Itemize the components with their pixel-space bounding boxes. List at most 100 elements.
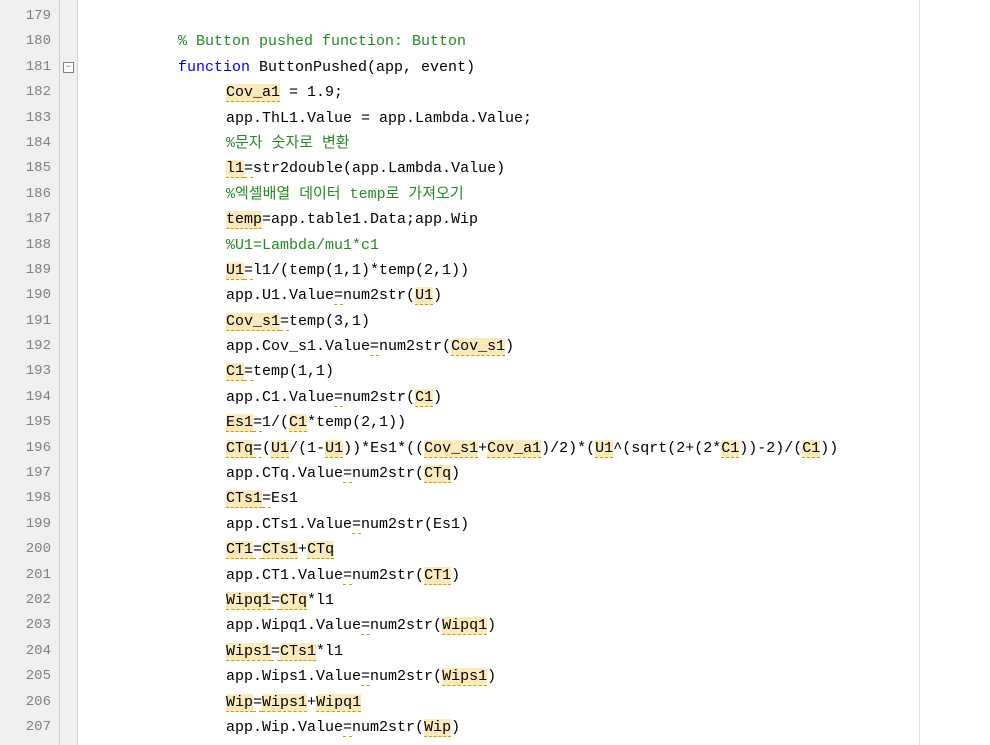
code-line[interactable]: Es1=1/(C1*temp(2,1)) xyxy=(82,410,990,435)
fold-cell xyxy=(60,512,77,537)
line-number: 206 xyxy=(0,690,59,715)
code-token: 로 가져오기 xyxy=(386,186,464,203)
line-number: 184 xyxy=(0,131,59,156)
code-line[interactable]: Wips1=CTs1*l1 xyxy=(82,639,990,664)
code-token: U1 xyxy=(325,440,343,458)
code-token: num2str( xyxy=(352,719,424,736)
code-line[interactable]: CTs1=Es1 xyxy=(82,486,990,511)
code-token: temp xyxy=(350,186,386,203)
code-token: C1 xyxy=(415,389,433,407)
code-line[interactable]: function ButtonPushed(app, event) xyxy=(82,55,990,80)
code-token: Es1 xyxy=(271,490,298,507)
code-line[interactable] xyxy=(82,4,990,29)
code-token: C1 xyxy=(226,363,244,381)
code-line[interactable]: app.U1.Value=num2str(U1) xyxy=(82,283,990,308)
fold-cell xyxy=(60,613,77,638)
code-area[interactable]: % Button pushed function: Buttonfunction… xyxy=(78,0,990,745)
line-number: 181 xyxy=(0,55,59,80)
fold-cell xyxy=(60,486,77,511)
code-token: app.U1.Value xyxy=(226,287,334,304)
code-token: num2str( xyxy=(370,617,442,634)
fold-cell xyxy=(60,29,77,54)
code-token: ))*Es1*(( xyxy=(343,440,424,457)
line-number: 195 xyxy=(0,410,59,435)
code-token: app.C1.Value xyxy=(226,389,334,406)
code-line[interactable]: CTq=(U1/(1-U1))*Es1*((Cov_s1+Cov_a1)/2)*… xyxy=(82,436,990,461)
fold-cell xyxy=(60,258,77,283)
line-number: 193 xyxy=(0,359,59,384)
code-token: ButtonPushed(app, event) xyxy=(259,59,475,76)
code-token: app.Cov_s1.Value xyxy=(226,338,370,355)
code-token: num2str( xyxy=(343,389,415,406)
code-line[interactable]: app.Wipq1.Value=num2str(Wipq1) xyxy=(82,613,990,638)
code-token: ) xyxy=(505,338,514,355)
code-line[interactable]: %엑셀배열 데이터 temp로 가져오기 xyxy=(82,182,990,207)
fold-cell xyxy=(60,4,77,29)
fold-cell xyxy=(60,156,77,181)
line-number: 192 xyxy=(0,334,59,359)
code-token: ))-2)/( xyxy=(739,440,802,457)
code-token: %문자 숫자로 변환 xyxy=(226,135,350,152)
line-number: 187 xyxy=(0,207,59,232)
code-line[interactable]: Wip=Wips1+Wipq1 xyxy=(82,690,990,715)
line-number: 205 xyxy=(0,664,59,689)
code-line[interactable]: U1=l1/(temp(1,1)*temp(2,1)) xyxy=(82,258,990,283)
code-line[interactable]: Cov_a1 = 1.9; xyxy=(82,80,990,105)
code-token: = xyxy=(370,338,379,356)
code-token: U1 xyxy=(226,262,244,280)
code-line[interactable]: app.ThL1.Value = app.Lambda.Value; xyxy=(82,106,990,131)
code-line[interactable]: app.Cov_s1.Value=num2str(Cov_s1) xyxy=(82,334,990,359)
code-line[interactable]: app.Wip.Value=num2str(Wip) xyxy=(82,715,990,740)
fold-cell xyxy=(60,690,77,715)
code-token: C1 xyxy=(721,440,739,458)
fold-cell xyxy=(60,106,77,131)
code-token: %엑셀배열 데이터 xyxy=(226,186,350,203)
code-line[interactable]: l1=str2double(app.Lambda.Value) xyxy=(82,156,990,181)
fold-cell xyxy=(60,639,77,664)
code-line[interactable]: Wipq1=CTq*l1 xyxy=(82,588,990,613)
code-token: CTs1 xyxy=(226,490,262,508)
code-line[interactable]: Cov_s1=temp(3,1) xyxy=(82,309,990,334)
code-token: app.CTq.Value xyxy=(226,465,343,482)
code-line[interactable]: CT1=CTs1+CTq xyxy=(82,537,990,562)
code-line[interactable]: app.CTq.Value=num2str(CTq) xyxy=(82,461,990,486)
code-token: app.Wipq1.Value xyxy=(226,617,361,634)
code-token: + xyxy=(307,694,316,711)
code-line[interactable]: %U1=Lambda/mu1*c1 xyxy=(82,233,990,258)
line-number: 179 xyxy=(0,4,59,29)
fold-cell xyxy=(60,233,77,258)
code-line[interactable]: app.Wips1.Value=num2str(Wips1) xyxy=(82,664,990,689)
code-token: Wips1 xyxy=(442,668,487,686)
code-token: = 1.9; xyxy=(280,84,343,101)
line-number: 186 xyxy=(0,182,59,207)
code-line[interactable]: app.C1.Value=num2str(C1) xyxy=(82,385,990,410)
code-token: Wipq1 xyxy=(316,694,361,712)
code-token: l1/(temp(1,1)*temp(2,1)) xyxy=(253,262,469,279)
code-line[interactable]: % Button pushed function: Button xyxy=(82,29,990,54)
fold-cell xyxy=(60,182,77,207)
line-number: 189 xyxy=(0,258,59,283)
code-token: = xyxy=(343,567,352,585)
code-token: C1 xyxy=(289,414,307,432)
fold-cell xyxy=(60,588,77,613)
code-token: = xyxy=(262,490,271,508)
code-token: str2double(app.Lambda.Value) xyxy=(253,160,505,177)
code-token: num2str( xyxy=(343,287,415,304)
code-line[interactable]: app.CTs1.Value=num2str(Es1) xyxy=(82,512,990,537)
code-line[interactable]: app.CT1.Value=num2str(CT1) xyxy=(82,563,990,588)
code-token: app.CTs1.Value xyxy=(226,516,352,533)
fold-toggle-icon[interactable]: − xyxy=(63,62,74,73)
fold-cell xyxy=(60,309,77,334)
code-token: = xyxy=(334,389,343,407)
code-token: U1 xyxy=(595,440,613,458)
code-token: num2str( xyxy=(379,338,451,355)
code-token: = xyxy=(361,617,370,635)
code-line[interactable]: %문자 숫자로 변환 xyxy=(82,131,990,156)
fold-cell xyxy=(60,207,77,232)
line-number: 194 xyxy=(0,385,59,410)
line-number: 190 xyxy=(0,283,59,308)
code-line[interactable]: C1=temp(1,1) xyxy=(82,359,990,384)
fold-cell xyxy=(60,283,77,308)
code-line[interactable]: temp=app.table1.Data;app.Wip xyxy=(82,207,990,232)
line-number-gutter: 1791801811821831841851861871881891901911… xyxy=(0,0,60,745)
